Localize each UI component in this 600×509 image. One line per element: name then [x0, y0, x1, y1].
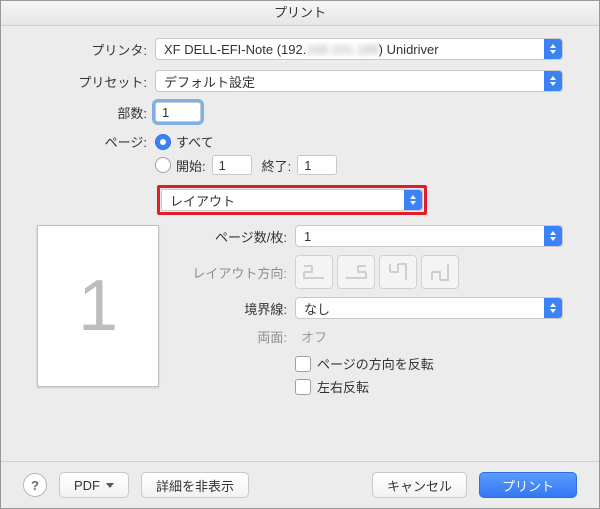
- printer-popup[interactable]: XF DELL-EFI-Note (192.168.101.188) Unidr…: [155, 38, 563, 60]
- flip-horizontal-checkbox[interactable]: [295, 379, 311, 395]
- copies-input[interactable]: 1: [155, 102, 201, 122]
- border-popup[interactable]: なし: [295, 297, 563, 319]
- section-highlight: レイアウト: [157, 185, 427, 215]
- section-value: レイアウト: [162, 191, 404, 210]
- bottom-bar: ? PDF 詳細を非表示 キャンセル プリント: [1, 461, 599, 508]
- pages-per-sheet-popup[interactable]: 1: [295, 225, 563, 247]
- pages-from-label: 開始:: [176, 156, 206, 175]
- printer-value-prefix: XF DELL-EFI-Note (192.: [164, 42, 306, 57]
- pages-to-label: 終了:: [262, 156, 292, 175]
- pdf-label: PDF: [74, 478, 100, 493]
- pages-to-input[interactable]: 1: [297, 155, 337, 175]
- copies-label: 部数:: [37, 103, 155, 122]
- chevrons-icon: [404, 190, 422, 210]
- pps-label: ページ数/枚:: [177, 227, 295, 246]
- printer-value-blur: 168.101.188: [306, 42, 378, 57]
- page-preview: 1: [37, 225, 159, 387]
- chevrons-icon: [544, 71, 562, 91]
- flip-horizontal-label: 左右反転: [317, 377, 369, 396]
- preview-page-number: 1: [78, 265, 118, 347]
- preset-value: デフォルト設定: [156, 72, 544, 91]
- two-sided-value: オフ: [295, 327, 327, 346]
- hide-details-button[interactable]: 詳細を非表示: [141, 472, 249, 498]
- layout-dir-4-button[interactable]: [421, 255, 459, 289]
- pages-from-input[interactable]: 1: [212, 155, 252, 175]
- chevron-down-icon: [106, 483, 114, 488]
- two-sided-label: 両面:: [177, 327, 295, 346]
- cancel-button[interactable]: キャンセル: [372, 472, 467, 498]
- chevrons-icon: [544, 298, 562, 318]
- border-label: 境界線:: [177, 299, 295, 318]
- pdf-menu-button[interactable]: PDF: [59, 472, 129, 498]
- pages-range-radio[interactable]: [155, 157, 171, 173]
- border-value: なし: [296, 299, 544, 318]
- print-button[interactable]: プリント: [479, 472, 577, 498]
- layout-direction-label: レイアウト方向:: [177, 263, 295, 282]
- layout-dir-2-button[interactable]: [337, 255, 375, 289]
- preset-popup[interactable]: デフォルト設定: [155, 70, 563, 92]
- section-popup[interactable]: レイアウト: [161, 189, 423, 211]
- reverse-orientation-checkbox[interactable]: [295, 356, 311, 372]
- pps-value: 1: [296, 229, 544, 244]
- pages-all-label: すべて: [176, 132, 214, 151]
- pages-all-radio[interactable]: [155, 134, 171, 150]
- window-title: プリント: [1, 1, 599, 26]
- help-icon: ?: [31, 478, 39, 493]
- printer-value-suffix: ) Unidriver: [379, 42, 439, 57]
- print-dialog: プリント プリンタ: XF DELL-EFI-Note (192.168.101…: [0, 0, 600, 509]
- chevrons-icon: [544, 39, 562, 59]
- layout-dir-1-button[interactable]: [295, 255, 333, 289]
- layout-dir-3-button[interactable]: [379, 255, 417, 289]
- pages-label: ページ:: [37, 132, 155, 151]
- printer-label: プリンタ:: [37, 40, 155, 59]
- reverse-orientation-label: ページの方向を反転: [317, 354, 434, 373]
- preset-label: プリセット:: [37, 72, 155, 91]
- help-button[interactable]: ?: [23, 473, 47, 497]
- chevrons-icon: [544, 226, 562, 246]
